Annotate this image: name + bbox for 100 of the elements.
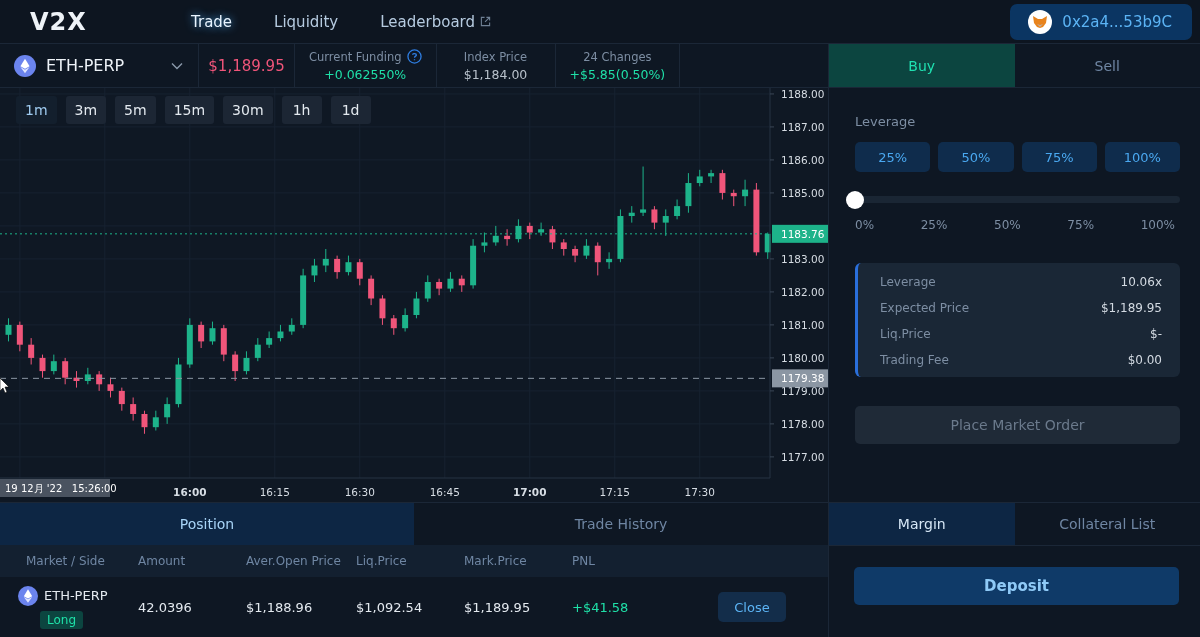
tab[interactable]: Position [0,503,414,545]
summary-label: Trading Fee [880,353,949,367]
tab[interactable]: Margin [829,503,1015,545]
interval-button[interactable]: 1d [330,96,371,124]
nav-tab[interactable]: Trade [170,6,254,37]
interval-button[interactable]: 1h [281,96,322,124]
pnl-value: +$41.58 [572,599,630,615]
candle [107,377,114,398]
nav-tab[interactable]: Leaderboard [359,6,512,37]
nav-tab[interactable]: Liquidity [253,6,360,37]
candle [254,337,261,362]
candle [470,238,477,290]
help-icon[interactable] [406,49,422,64]
stat-value: $1,184.00 [463,66,528,82]
market-selector[interactable]: ETH-PERP [0,44,199,87]
candle [696,169,703,187]
cursor-icon [0,377,10,394]
candle [458,274,465,293]
candle [368,274,375,306]
deposit-button[interactable]: Deposit [854,567,1179,605]
candle [651,205,658,230]
time-axis-label: 16:15 [259,486,290,498]
candle [39,354,46,379]
candle [424,274,431,303]
interval-button[interactable]: 5m [115,96,156,124]
candle [606,251,613,270]
candle [447,271,454,293]
column-header: Amount [138,554,187,568]
candle [164,397,171,425]
candle [628,205,635,224]
summary-value: 10.06x [1120,275,1162,289]
interval-button[interactable]: 3m [65,96,107,124]
candle [730,189,737,207]
candle [764,232,771,260]
summary-value: $- [1150,327,1162,341]
candle [198,321,205,349]
candle [708,169,715,184]
leverage-preset-button[interactable]: 25% [855,142,931,172]
candle [379,294,386,326]
candle [402,307,409,332]
candle [504,228,511,247]
ref-line-label: 1179.38 [781,372,825,385]
price-badge: 1179.38 [772,369,828,388]
leverage-preset-button[interactable]: 50% [938,142,1014,172]
candle [175,357,182,408]
candle [334,255,341,280]
side-badge: Long [40,610,84,629]
time-axis-label: 16:30 [344,486,375,498]
crosshair-time-label: 19 12月 '22 15:26:00 [0,479,117,497]
close-button[interactable]: Close [718,592,786,622]
candle [572,245,579,263]
candle [5,317,12,342]
price-axis-label: 1180.00 [781,351,825,364]
candle [719,169,726,200]
interval-button[interactable]: 1m [16,96,57,124]
price-badge: 1183.76 [772,224,828,243]
candle [186,317,193,369]
stat-value: +0.062550% [324,67,407,82]
candle [288,317,295,336]
interval-button[interactable]: 15m [164,96,215,124]
candle [266,331,273,349]
candle [662,208,669,237]
column-header: Market / Side [26,554,106,568]
price-axis-label: 1187.00 [781,120,825,133]
table-cell-text: $1,189.95 [464,599,532,615]
wallet-button[interactable]: 0x2a4...53b9C [1010,3,1192,40]
candle [96,370,103,392]
candle [50,354,57,375]
slider-thumb[interactable] [846,191,864,209]
price-axis-label: 1181.00 [781,318,825,331]
leverage-label: Leverage [855,114,917,129]
candle [390,314,397,336]
tab[interactable]: Buy [829,44,1015,87]
candle [311,258,318,283]
logo: V2X [30,7,88,36]
slider-label: 50% [994,218,1021,232]
leverage-preset-button[interactable]: 100% [1104,142,1180,172]
candle [118,387,125,412]
candle [300,268,307,329]
price-axis-label: 1178.00 [781,417,825,430]
market-name: ETH-PERP [44,588,108,603]
candle [413,291,420,319]
candle [436,278,443,296]
column-header: PNL [572,554,596,568]
candle [594,241,601,276]
candle [515,218,522,243]
stat-label: Current Funding [309,49,402,64]
table-cell-text: 42.0396 [138,599,193,615]
price-axis-label: 1186.00 [781,153,825,166]
time-axis-label: 17:15 [599,486,630,498]
candle [481,232,488,253]
leverage-preset-button[interactable]: 75% [1021,142,1097,172]
time-axis-label: 16:00 [173,486,207,498]
candle [538,222,545,237]
candle [73,370,80,389]
price-axis-label: 1177.00 [781,450,825,463]
time-axis-label: 17:00 [513,486,547,498]
fox-icon [1028,9,1053,34]
interval-button[interactable]: 30m [223,96,273,124]
column-header: Aver.Open Price [246,554,342,568]
